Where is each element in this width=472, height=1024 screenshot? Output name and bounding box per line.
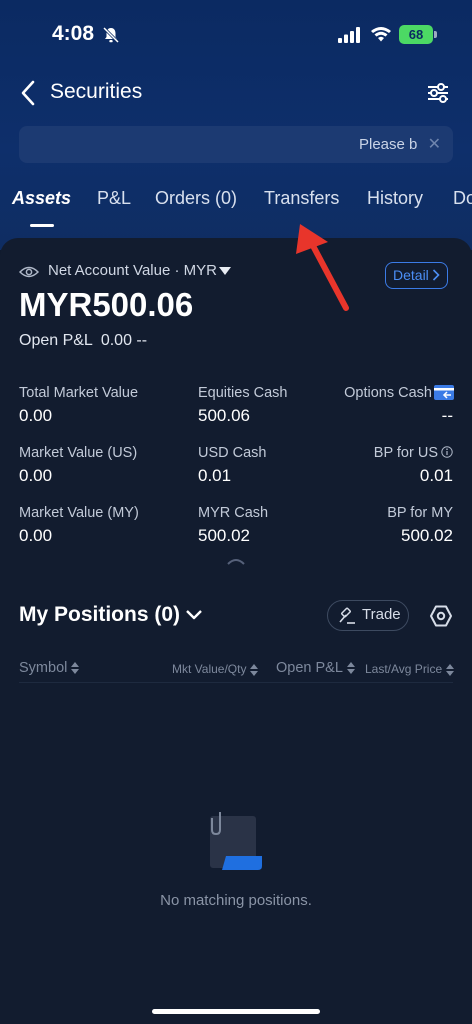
eye-icon[interactable]: [19, 265, 39, 279]
sort-icon: [446, 663, 455, 676]
notice-banner[interactable]: Please b ✕: [19, 126, 453, 163]
back-arrow-icon[interactable]: [16, 78, 42, 108]
column-mkt-value-qty[interactable]: Mkt Value/Qty: [172, 662, 259, 676]
page-title: Securities: [50, 80, 143, 103]
wifi-icon: [371, 27, 391, 42]
home-indicator[interactable]: [152, 1009, 320, 1014]
myr-cash-value: 500.02: [198, 526, 250, 545]
usd-cash-label: USD Cash: [198, 445, 267, 461]
caret-down-icon[interactable]: [219, 267, 231, 275]
open-pl-row: Open P&L 0.00 --: [19, 332, 147, 350]
net-account-value-label: Net Account Value · MYR: [48, 262, 217, 279]
active-tab-indicator: [30, 224, 54, 227]
positions-title[interactable]: My Positions (0): [19, 603, 180, 627]
bp-for-my-value: 500.02: [401, 526, 453, 545]
tab-transfers[interactable]: Transfers: [264, 188, 339, 209]
column-symbol[interactable]: Symbol: [19, 660, 80, 676]
net-account-value: MYR500.06: [19, 286, 194, 323]
status-time: 4:08: [52, 22, 95, 45]
detail-label: Detail: [393, 267, 429, 283]
equities-cash-label: Equities Cash: [198, 385, 288, 401]
card-icon[interactable]: [434, 385, 454, 400]
bp-for-us-label: BP for US: [373, 445, 438, 461]
divider: [19, 682, 453, 683]
total-market-value: 0.00: [19, 406, 53, 425]
tab-history[interactable]: History: [367, 188, 423, 209]
equities-cash-value: 500.06: [198, 406, 250, 425]
total-market-value-label: Total Market Value: [19, 385, 139, 401]
usd-cash-value: 0.01: [198, 466, 232, 485]
market-value-us: 0.00: [19, 466, 53, 485]
chevron-down-icon[interactable]: [185, 609, 203, 621]
empty-document-icon: [210, 812, 262, 870]
sort-icon: [71, 662, 80, 675]
trade-button[interactable]: Trade: [327, 600, 409, 631]
close-icon[interactable]: ✕: [428, 134, 441, 154]
market-value-my: 0.00: [19, 526, 53, 545]
tab-bar: Assets P&L Orders (0) Transfers History …: [0, 188, 472, 228]
notice-text: Please b: [359, 136, 418, 153]
open-pl-label: Open P&L: [19, 332, 93, 349]
market-value-my-label: Market Value (MY): [19, 505, 139, 521]
options-cash-value: --: [441, 406, 453, 425]
sort-icon: [250, 663, 259, 676]
chevron-up-icon[interactable]: [226, 556, 246, 566]
annotation-arrow: [296, 224, 349, 311]
filter-settings-icon[interactable]: [424, 79, 452, 107]
myr-cash-label: MYR Cash: [198, 505, 269, 521]
detail-button[interactable]: Detail: [385, 262, 448, 289]
bp-for-us-value: 0.01: [419, 466, 453, 485]
column-open-pl[interactable]: Open P&L: [276, 660, 355, 676]
bell-off-icon: [102, 26, 120, 44]
tab-orders[interactable]: Orders (0): [155, 188, 237, 209]
sort-icon: [346, 662, 355, 675]
info-icon[interactable]: [441, 446, 453, 458]
battery-indicator: 68: [399, 25, 437, 44]
tab-assets[interactable]: Assets: [12, 188, 71, 209]
trade-label: Trade: [362, 606, 401, 623]
chevron-right-icon: [432, 269, 440, 281]
market-value-us-label: Market Value (US): [19, 445, 138, 461]
empty-state-text: No matching positions.: [160, 892, 312, 909]
hammer-icon: [339, 607, 355, 624]
open-pl-value: 0.00 --: [100, 332, 148, 349]
status-bar: 4:08 68: [0, 0, 472, 70]
bp-for-my-label: BP for MY: [387, 505, 453, 521]
signal-icon: [338, 27, 360, 43]
column-last-avg-price[interactable]: Last/Avg Price: [365, 662, 455, 676]
tab-more[interactable]: Do: [453, 188, 472, 209]
options-cash-label: Options Cash: [344, 385, 432, 401]
tab-pl[interactable]: P&L: [97, 188, 131, 209]
hexagon-settings-icon[interactable]: [429, 604, 453, 628]
